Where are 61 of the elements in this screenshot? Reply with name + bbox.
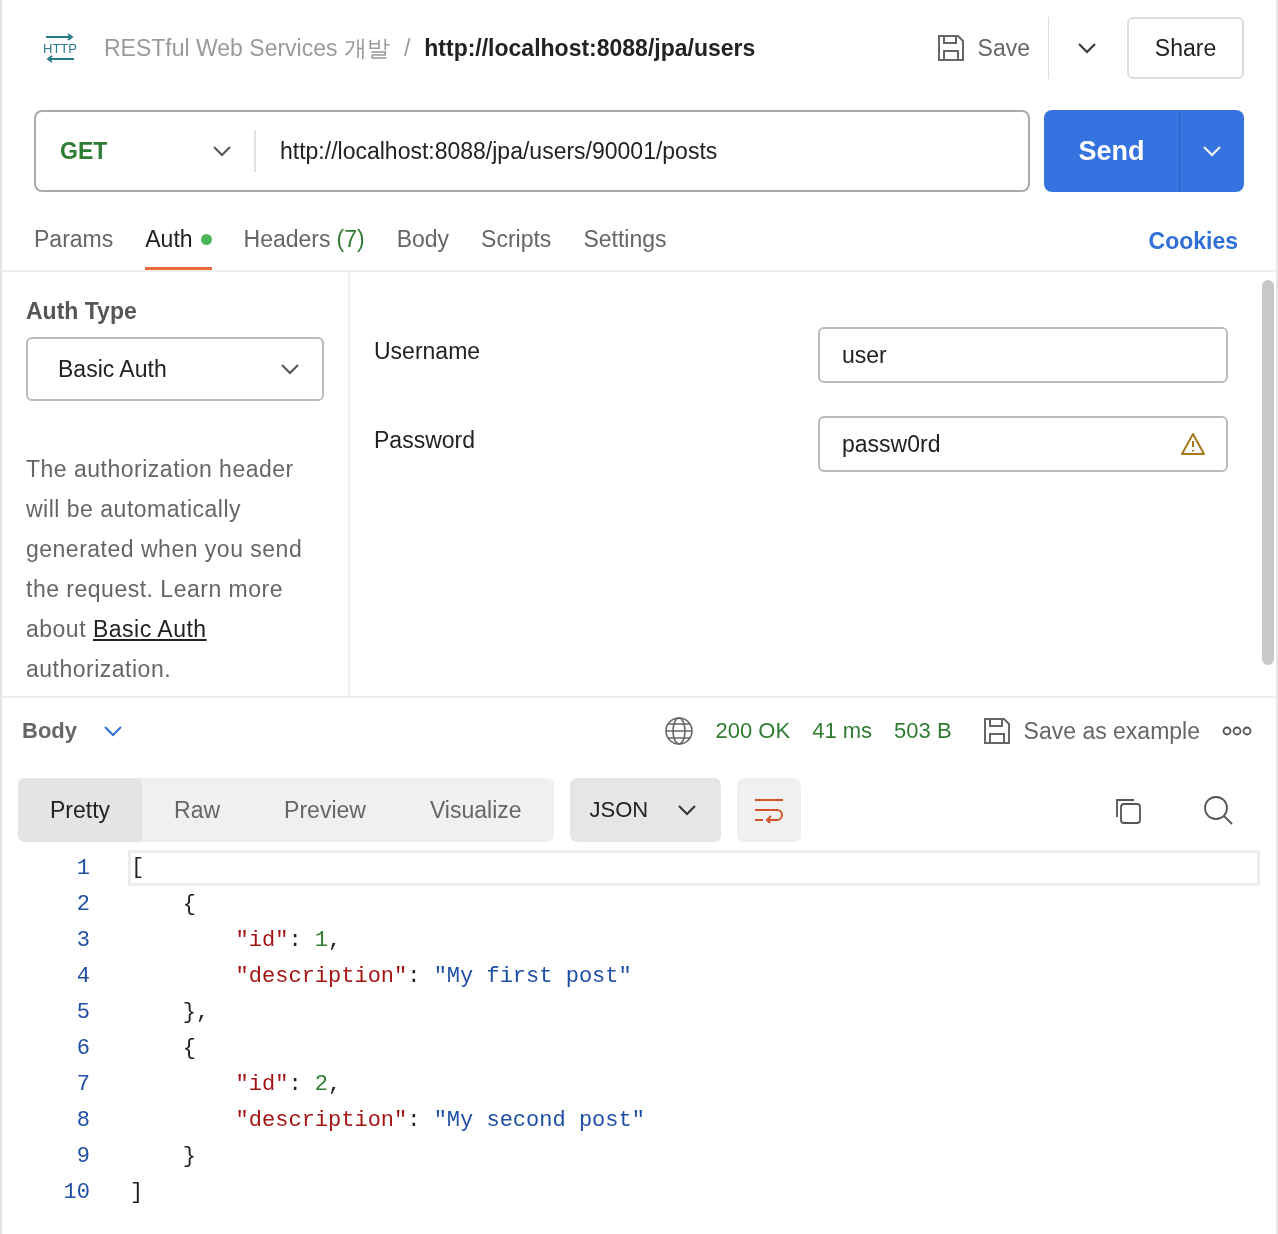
code-line: ]: [130, 1179, 145, 1205]
code-line: {: [181, 1035, 197, 1061]
auth-type-dropdown[interactable]: Basic Auth: [26, 337, 324, 401]
code-line: }: [181, 1143, 197, 1169]
caret-icon[interactable]: [1077, 42, 1097, 54]
code-line: "description": "My first post": [234, 963, 633, 989]
view-mode-tab[interactable]: Pretty: [18, 778, 143, 842]
line-number: 4: [75, 963, 90, 989]
send-button[interactable]: Send: [1044, 110, 1180, 192]
line-number: 10: [62, 1179, 90, 1205]
line-number: 6: [75, 1035, 90, 1061]
floppy-icon: [981, 716, 1012, 746]
breadcrumb-separator: /: [403, 34, 411, 62]
view-mode-tab[interactable]: Preview: [252, 778, 398, 842]
line-number: 9: [75, 1143, 90, 1169]
caret-icon: [676, 804, 697, 816]
search-icon[interactable]: [1202, 794, 1234, 826]
code-line: "description": "My second post": [234, 1107, 646, 1133]
code-line: },: [181, 999, 211, 1025]
wrap-lines-button[interactable]: [736, 778, 801, 842]
globe-icon[interactable]: [663, 716, 694, 746]
credential-field[interactable]: passw0rd: [818, 416, 1228, 472]
field-label: Password: [374, 426, 475, 454]
cookies-link[interactable]: Cookies: [1148, 227, 1238, 255]
save-as-example-button[interactable]: Save as example: [981, 716, 1200, 746]
request-tab[interactable]: Settings: [583, 192, 667, 270]
save-button[interactable]: Save: [935, 33, 1030, 63]
request-tab[interactable]: Params: [34, 192, 114, 270]
response-time: 41 ms: [812, 718, 873, 744]
view-mode-tab[interactable]: Raw: [142, 778, 253, 842]
caret-icon: [1202, 145, 1222, 157]
code-line: {: [181, 891, 197, 917]
auth-type-heading: Auth Type: [26, 298, 138, 325]
request-name: http://localhost:8088/jpa/users: [424, 34, 756, 62]
view-mode-tab[interactable]: Visualize: [397, 778, 554, 842]
floppy-icon: [935, 33, 966, 63]
wrap-icon: [752, 797, 785, 823]
request-tab[interactable]: Headers (7): [243, 192, 365, 270]
code-line: "id": 1,: [234, 927, 343, 953]
request-tab[interactable]: Auth: [145, 192, 212, 270]
line-number: 8: [75, 1107, 90, 1133]
line-number: 5: [75, 999, 90, 1025]
basic-auth-link[interactable]: Basic Auth: [92, 616, 207, 642]
request-tab[interactable]: Body: [396, 192, 450, 270]
code-line: "id": 2,: [234, 1071, 343, 1097]
line-number: 2: [75, 891, 90, 917]
line-number: 1: [75, 855, 90, 881]
share-button[interactable]: Share: [1127, 17, 1244, 79]
status-code: 200 OK: [715, 718, 791, 744]
more-icon[interactable]: [1222, 725, 1252, 737]
response-section-title[interactable]: Body: [22, 718, 77, 744]
format-dropdown[interactable]: JSON: [569, 778, 721, 842]
response-size: 503 B: [894, 718, 952, 744]
caret-icon: [280, 363, 300, 375]
line-number: 3: [75, 927, 90, 953]
credential-field[interactable]: user: [818, 327, 1228, 383]
request-tab[interactable]: Scripts: [481, 192, 552, 270]
line-number: 7: [75, 1071, 90, 1097]
auth-help-text: The authorization header will be automatically generated when you send the request. Learn more about Basic Auth authorization.: [26, 455, 304, 684]
scrollbar[interactable]: [1262, 280, 1274, 665]
field-label: Username: [374, 337, 481, 365]
